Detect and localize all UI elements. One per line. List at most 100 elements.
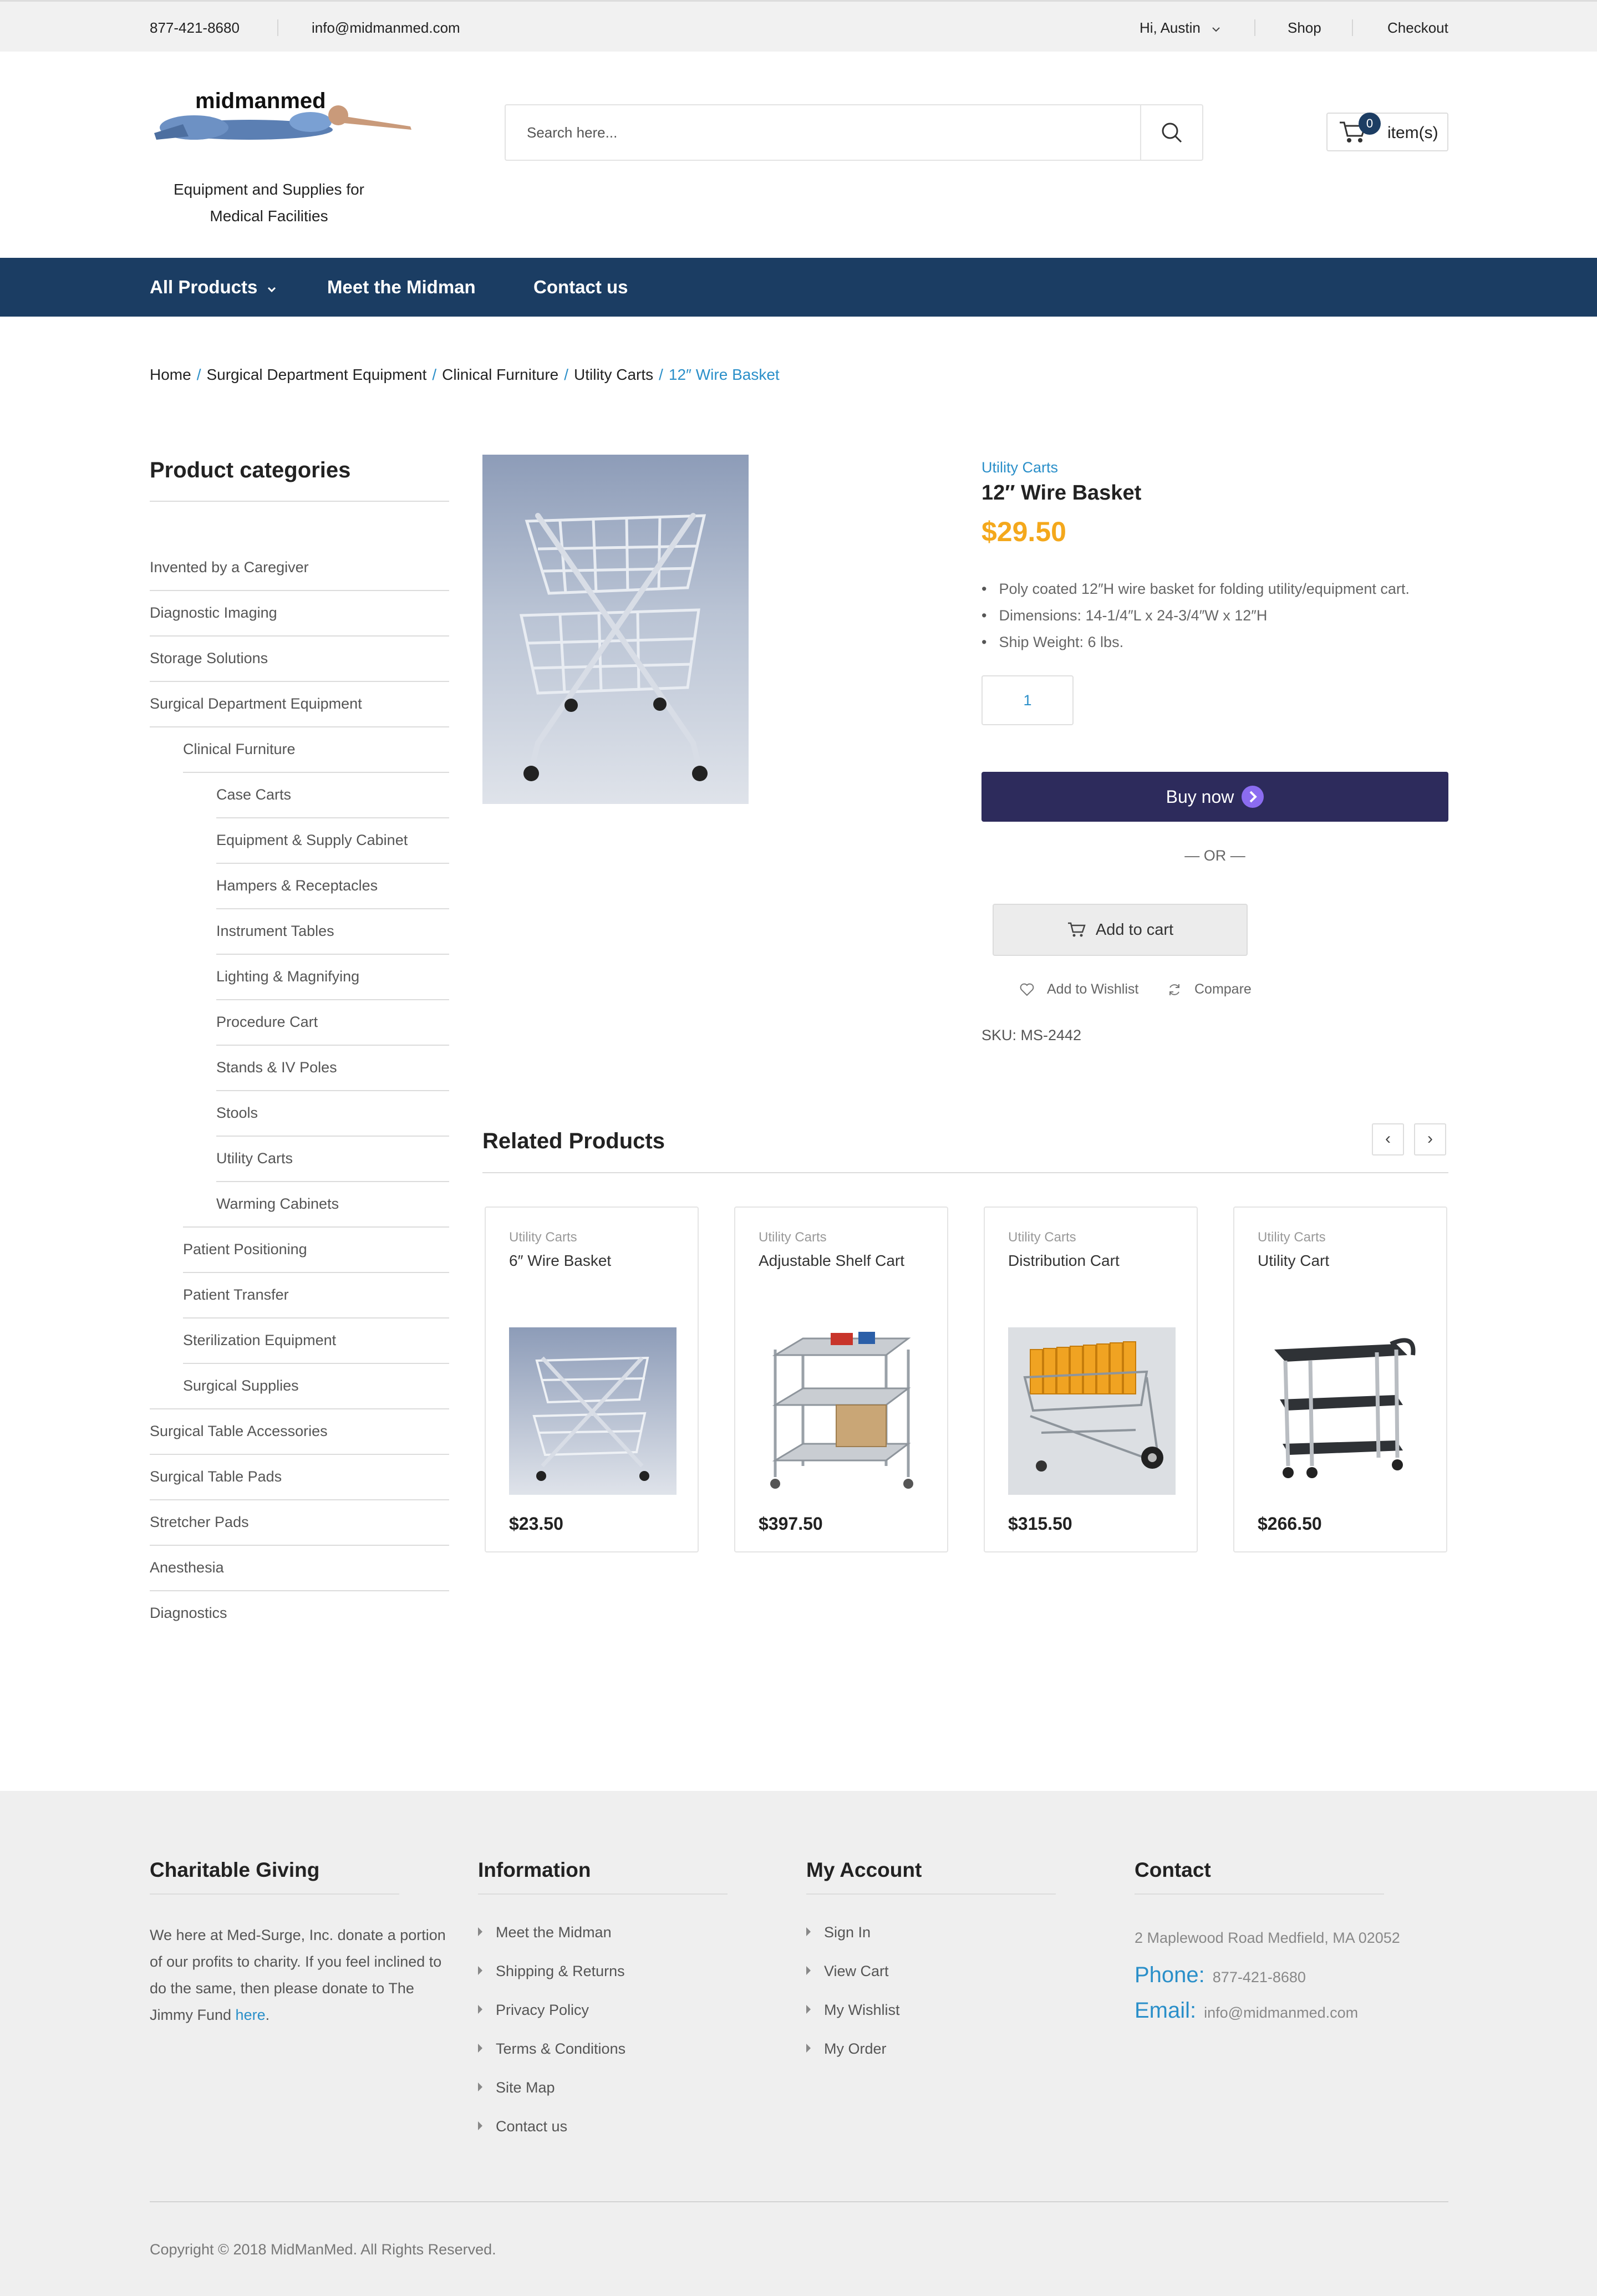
- related-prev-button[interactable]: ‹: [1372, 1123, 1404, 1155]
- footer-info-link[interactable]: Site Map: [478, 2079, 555, 2096]
- buy-now-button[interactable]: Buy now: [981, 772, 1448, 822]
- related-product-card[interactable]: Utility Carts 6″ Wire Basket $23.50: [485, 1206, 699, 1552]
- category-item[interactable]: Utility Carts: [216, 1150, 293, 1167]
- category-divider: [183, 1226, 449, 1228]
- add-to-wishlist[interactable]: Add to Wishlist: [1019, 981, 1138, 997]
- shop-link[interactable]: Shop: [1288, 19, 1321, 37]
- nav-contact[interactable]: Contact us: [533, 277, 628, 298]
- category-divider: [150, 1545, 449, 1546]
- quantity-input[interactable]: 1: [981, 675, 1074, 725]
- footer-info-link[interactable]: Shipping & Returns: [478, 1963, 625, 1980]
- greeting-label: Hi, Austin: [1140, 19, 1201, 36]
- category-item[interactable]: Invented by a Caregiver: [150, 559, 309, 576]
- category-divider: [150, 681, 449, 682]
- footer-account-link[interactable]: My Order: [806, 2040, 887, 2058]
- account-menu[interactable]: Hi, Austin: [1140, 19, 1221, 37]
- category-item[interactable]: Lighting & Magnifying: [216, 968, 359, 985]
- footer-account-link[interactable]: My Wishlist: [806, 2002, 900, 2019]
- category-item[interactable]: Surgical Supplies: [183, 1377, 299, 1394]
- category-item[interactable]: Surgical Table Pads: [150, 1468, 282, 1485]
- card-name[interactable]: 6″ Wire Basket: [509, 1252, 611, 1270]
- category-item[interactable]: Case Carts: [216, 786, 291, 803]
- category-divider: [216, 1181, 449, 1182]
- product-image[interactable]: [482, 455, 749, 804]
- heart-icon: [1020, 983, 1034, 996]
- category-item[interactable]: Equipment & Supply Cabinet: [216, 832, 408, 849]
- topbar-email[interactable]: info@midmanmed.com: [312, 19, 460, 37]
- category-item[interactable]: Procedure Cart: [216, 1014, 318, 1031]
- related-product-card[interactable]: Utility Carts Utility Cart $266.50: [1233, 1206, 1447, 1552]
- nav-all-products[interactable]: All Products: [150, 277, 277, 298]
- footer-account-link[interactable]: View Cart: [806, 1963, 889, 1980]
- card-category[interactable]: Utility Carts: [1258, 1230, 1326, 1245]
- search-button[interactable]: [1140, 105, 1202, 160]
- feature-item: Dimensions: 14-1/4″L x 24-3/4″W x 12″H: [981, 602, 1410, 629]
- checkout-link[interactable]: Checkout: [1387, 19, 1448, 37]
- wishlist-label: Add to Wishlist: [1047, 981, 1139, 997]
- footer-info-link[interactable]: Meet the Midman: [478, 1924, 612, 1941]
- breadcrumb-surgical[interactable]: Surgical Department Equipment: [206, 366, 426, 383]
- chevron-down-icon: [267, 287, 276, 293]
- category-item[interactable]: Stands & IV Poles: [216, 1059, 337, 1076]
- footer-account-link[interactable]: Sign In: [806, 1924, 871, 1941]
- category-item[interactable]: Diagnostic Imaging: [150, 604, 277, 622]
- search-input[interactable]: [506, 105, 1141, 160]
- email-value[interactable]: info@midmanmed.com: [1204, 2004, 1358, 2021]
- breadcrumb-utility[interactable]: Utility Carts: [574, 366, 653, 383]
- card-category[interactable]: Utility Carts: [759, 1230, 827, 1245]
- category-item[interactable]: Anesthesia: [150, 1559, 224, 1576]
- card-category[interactable]: Utility Carts: [509, 1230, 577, 1245]
- related-product-card[interactable]: Utility Carts Adjustable Shelf Cart $397…: [734, 1206, 948, 1552]
- card-image[interactable]: [759, 1327, 926, 1495]
- divider: [482, 1172, 1448, 1173]
- category-item[interactable]: Storage Solutions: [150, 650, 268, 667]
- divider: [150, 1893, 399, 1895]
- category-item[interactable]: Surgical Table Accessories: [150, 1423, 328, 1440]
- related-next-button[interactable]: ›: [1414, 1123, 1446, 1155]
- category-item[interactable]: Surgical Department Equipment: [150, 695, 362, 712]
- category-divider: [150, 635, 449, 637]
- category-item[interactable]: Hampers & Receptacles: [216, 877, 378, 894]
- footer-charity-title: Charitable Giving: [150, 1859, 320, 1881]
- divider: [478, 1893, 728, 1895]
- category-item[interactable]: Warming Cabinets: [216, 1195, 339, 1213]
- card-price: $397.50: [759, 1514, 823, 1534]
- category-item[interactable]: Stretcher Pads: [150, 1514, 249, 1531]
- breadcrumb-clinical[interactable]: Clinical Furniture: [442, 366, 558, 383]
- footer-info-link[interactable]: Privacy Policy: [478, 2002, 589, 2019]
- card-name[interactable]: Adjustable Shelf Cart: [759, 1252, 904, 1270]
- shelf-cart-image: [770, 1332, 913, 1489]
- card-image[interactable]: [1008, 1327, 1176, 1495]
- category-divider: [150, 1590, 449, 1591]
- phone-value[interactable]: 877-421-8680: [1213, 1969, 1306, 1986]
- category-item[interactable]: Patient Positioning: [183, 1241, 307, 1258]
- footer-info-link[interactable]: Terms & Conditions: [478, 2040, 625, 2058]
- card-name[interactable]: Distribution Cart: [1008, 1252, 1120, 1270]
- card-name[interactable]: Utility Cart: [1258, 1252, 1329, 1270]
- feature-item: Poly coated 12″H wire basket for folding…: [981, 576, 1409, 602]
- category-item[interactable]: Sterilization Equipment: [183, 1332, 336, 1349]
- phone-label: Phone:: [1135, 1963, 1205, 1987]
- breadcrumb-home[interactable]: Home: [150, 366, 191, 383]
- product-category-link[interactable]: Utility Carts: [981, 459, 1058, 476]
- category-item[interactable]: Instrument Tables: [216, 923, 334, 940]
- compare-link[interactable]: Compare: [1167, 981, 1252, 997]
- category-item[interactable]: Stools: [216, 1104, 258, 1122]
- card-image[interactable]: [1258, 1327, 1425, 1495]
- topbar-phone[interactable]: 877-421-8680: [150, 19, 240, 37]
- category-item[interactable]: Clinical Furniture: [183, 741, 296, 758]
- breadcrumb-current: 12″ Wire Basket: [668, 366, 780, 383]
- product-sku: SKU: MS-2442: [981, 1027, 1082, 1043]
- category-item[interactable]: Patient Transfer: [183, 1286, 289, 1304]
- donate-link[interactable]: here: [236, 2007, 266, 2023]
- card-price: $266.50: [1258, 1514, 1322, 1534]
- category-divider: [216, 908, 449, 909]
- add-to-cart-button[interactable]: Add to cart: [993, 904, 1248, 956]
- card-category[interactable]: Utility Carts: [1008, 1230, 1076, 1245]
- nav-meet-midman[interactable]: Meet the Midman: [327, 277, 476, 298]
- card-image[interactable]: [509, 1327, 677, 1495]
- cart-button[interactable]: 0 item(s): [1326, 113, 1448, 151]
- related-product-card[interactable]: Utility Carts Distribution Cart $315.50: [984, 1206, 1198, 1552]
- footer-info-link[interactable]: Contact us: [478, 2118, 567, 2135]
- category-item[interactable]: Diagnostics: [150, 1605, 227, 1622]
